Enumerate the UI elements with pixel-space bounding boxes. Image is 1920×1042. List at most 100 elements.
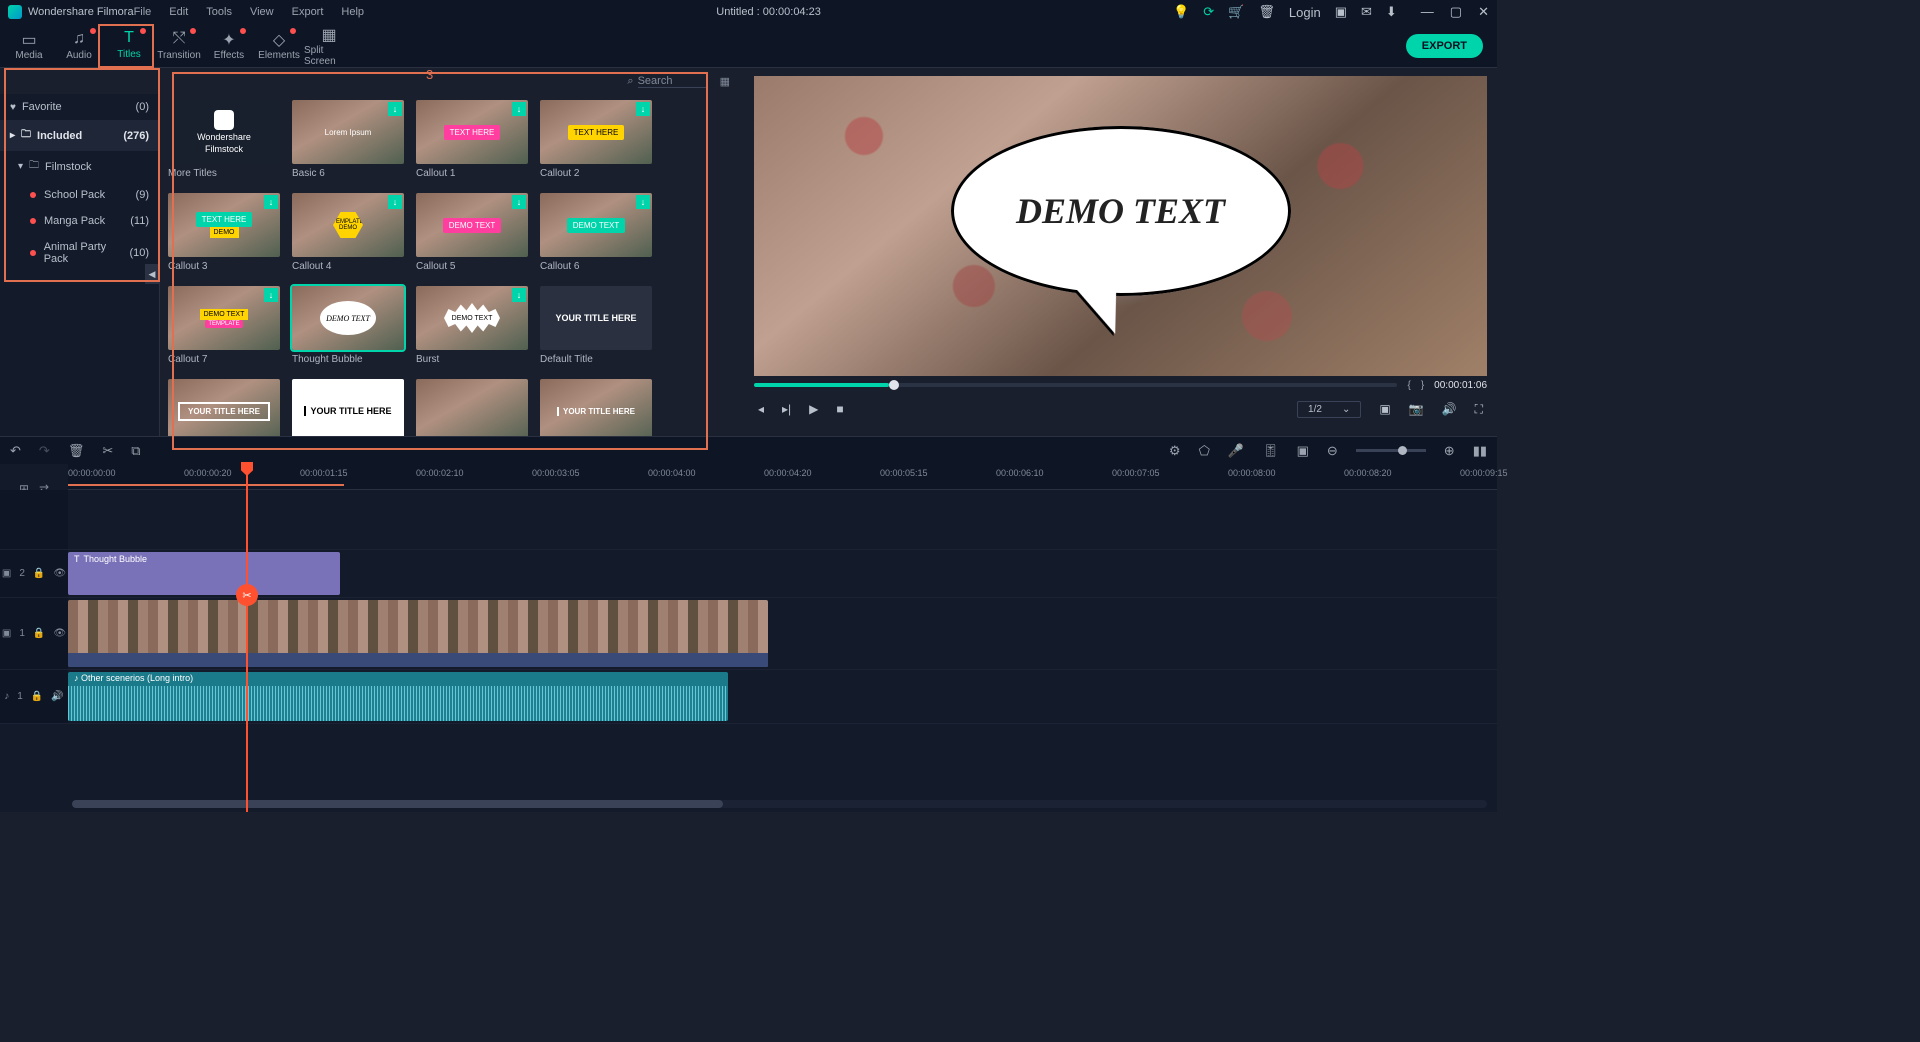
track-title-2[interactable]: ▣2🔒👁 TThought Bubble xyxy=(0,550,1497,598)
grid-item-row4a[interactable]: YOUR TITLE HERE xyxy=(168,379,280,436)
refresh-icon[interactable]: ⟳ xyxy=(1203,4,1214,20)
tab-audio[interactable]: ♫Audio xyxy=(54,24,104,68)
play-icon[interactable]: ▶ xyxy=(809,402,818,416)
snapshot-icon[interactable]: 📷 xyxy=(1409,402,1424,416)
sidebar-manga-pack[interactable]: Manga Pack(11) xyxy=(0,208,159,234)
menu-edit[interactable]: Edit xyxy=(169,6,188,18)
login-button[interactable]: Login xyxy=(1289,5,1321,20)
grid-item-callout3[interactable]: ↓TEXT HEREDEMOCallout 3 xyxy=(168,193,280,272)
save-icon[interactable]: ▣ xyxy=(1335,4,1347,20)
playhead-split-icon[interactable]: ✂ xyxy=(236,584,258,606)
grid-item-row4d[interactable]: YOUR TITLE HERE xyxy=(540,379,652,436)
mixer-icon[interactable]: 🎚 xyxy=(1262,443,1279,459)
menu-file[interactable]: File xyxy=(134,6,152,18)
menu-export[interactable]: Export xyxy=(292,6,324,18)
grid-item-burst[interactable]: ↓DEMO TEXTBurst xyxy=(416,286,528,365)
preview-progress[interactable]: { } 00:00:01:06 xyxy=(754,376,1487,394)
tab-media[interactable]: ▭Media xyxy=(4,24,54,68)
clip-thought-bubble[interactable]: TThought Bubble xyxy=(68,552,340,595)
tab-split-screen[interactable]: ▦Split Screen xyxy=(304,24,354,68)
trash-icon[interactable]: 🗑 xyxy=(1258,4,1275,20)
volume-icon[interactable]: 🔊 xyxy=(1442,402,1457,416)
zoom-in-icon[interactable]: ⊕ xyxy=(1444,443,1455,459)
tab-titles[interactable]: TTitles xyxy=(104,24,154,68)
window-maximize-icon[interactable]: ▢ xyxy=(1450,4,1462,20)
grid-item-thought-bubble[interactable]: DEMO TEXTThought Bubble xyxy=(292,286,404,365)
zoom-slider[interactable] xyxy=(1356,449,1426,452)
grid-item-callout5[interactable]: ↓DEMO TEXTCallout 5 xyxy=(416,193,528,272)
eye-icon[interactable]: 👁 xyxy=(53,568,66,579)
prev-frame-icon[interactable]: ◂ xyxy=(758,402,764,416)
delete-icon[interactable]: 🗑 xyxy=(68,443,85,459)
timeline-ruler[interactable]: 00:00:00:00 00:00:00:20 00:00:01:15 00:0… xyxy=(68,464,1497,490)
grid-item-callout4[interactable]: ↓TEMPLATE DEMOCallout 4 xyxy=(292,193,404,272)
menu-help[interactable]: Help xyxy=(341,6,364,18)
redo-icon[interactable]: ↷ xyxy=(39,443,50,459)
grid-item-callout2[interactable]: ↓TEXT HERECallout 2 xyxy=(540,100,652,179)
preview-timecode: 00:00:01:06 xyxy=(1434,380,1487,391)
tips-icon[interactable]: 💡 xyxy=(1173,4,1189,20)
mute-icon[interactable]: 🔊 xyxy=(51,691,63,702)
download-badge-icon: ↓ xyxy=(264,195,278,209)
menu-tools[interactable]: Tools xyxy=(206,6,232,18)
play-back-icon[interactable]: ▸| xyxy=(782,402,791,416)
keyframe-icon[interactable]: ▣ xyxy=(1297,443,1309,459)
download-badge-icon: ↓ xyxy=(636,102,650,116)
grid-item-basic6[interactable]: ↓Lorem IpsumBasic 6 xyxy=(292,100,404,179)
bracket-out[interactable]: } xyxy=(1421,380,1424,391)
stop-icon[interactable]: ■ xyxy=(836,402,843,416)
export-button[interactable]: EXPORT xyxy=(1406,34,1483,58)
tab-effects[interactable]: ✦Effects xyxy=(204,24,254,68)
grid-item-callout1[interactable]: ↓TEXT HERECallout 1 xyxy=(416,100,528,179)
sidebar-included[interactable]: ▸🗀Included(276) xyxy=(0,120,159,151)
sidebar-school-pack[interactable]: School Pack(9) xyxy=(0,182,159,208)
track-video-1[interactable]: ▣1🔒👁 xyxy=(0,598,1497,670)
undo-icon[interactable]: ↶ xyxy=(10,443,21,459)
download-icon[interactable]: ⬇ xyxy=(1386,4,1397,20)
window-minimize-icon[interactable]: — xyxy=(1421,4,1434,20)
search-input[interactable]: ⌕ Search xyxy=(627,75,707,88)
cart-icon[interactable]: 🛒 xyxy=(1228,4,1244,20)
sidebar-favorite[interactable]: ♥Favorite(0) xyxy=(0,94,159,120)
grid-item-more-titles[interactable]: WondershareFilmstockMore Titles xyxy=(168,100,280,179)
grid-item-row4b[interactable]: YOUR TITLE HERE xyxy=(292,379,404,436)
grid-view-icon[interactable]: ▦ xyxy=(720,75,730,88)
safe-zone-icon[interactable]: ▣ xyxy=(1379,402,1390,416)
track-audio-1[interactable]: ♪1🔒🔊 ♪ Other scenerios (Long intro) xyxy=(0,670,1497,724)
bracket-in[interactable]: { xyxy=(1407,380,1410,391)
grid-item-callout6[interactable]: ↓DEMO TEXTCallout 6 xyxy=(540,193,652,272)
grid-item-row4c[interactable] xyxy=(416,379,528,436)
grid-item-callout7[interactable]: ↓DEMO TEXTTEMPLATECallout 7 xyxy=(168,286,280,365)
fullscreen-icon[interactable]: ⛶ xyxy=(1475,402,1483,417)
marker-icon[interactable]: ⬠ xyxy=(1199,443,1210,459)
clip-other-scenarios[interactable]: ♪ Other scenerios (Long intro) xyxy=(68,672,728,721)
titles-grid: WondershareFilmstockMore Titles ↓Lorem I… xyxy=(160,94,740,436)
split-icon[interactable]: ✂ xyxy=(102,443,113,459)
eye-icon[interactable]: 👁 xyxy=(53,628,66,639)
crop-icon[interactable]: ⧉ xyxy=(131,443,140,459)
playhead[interactable]: ✂ xyxy=(246,464,248,812)
mail-icon[interactable]: ✉ xyxy=(1361,4,1372,20)
zoom-out-icon[interactable]: ⊖ xyxy=(1327,443,1338,459)
search-icon: ⌕ xyxy=(627,75,633,88)
download-badge-icon: ↓ xyxy=(388,195,402,209)
clip-cherry-blossoms[interactable] xyxy=(68,600,768,667)
tab-transition[interactable]: ⤲Transition xyxy=(154,24,204,68)
menu-view[interactable]: View xyxy=(250,6,274,18)
lock-icon[interactable]: 🔒 xyxy=(31,691,43,702)
tab-elements[interactable]: ◇Elements xyxy=(254,24,304,68)
sidebar-filmstock[interactable]: ▾🗀Filmstock xyxy=(0,151,159,182)
lock-icon[interactable]: 🔒 xyxy=(33,628,45,639)
preview-page-select[interactable]: 1/2⌄ xyxy=(1297,401,1361,418)
preview-canvas[interactable]: DEMO TEXT xyxy=(754,76,1487,376)
music-icon: ♪ xyxy=(4,691,9,702)
sidebar-collapse-icon[interactable]: ◀ xyxy=(145,264,159,284)
voiceover-icon[interactable]: 🎤 xyxy=(1228,443,1244,459)
sidebar-animal-party-pack[interactable]: Animal Party Pack(10) xyxy=(0,234,159,272)
grid-item-default-title[interactable]: YOUR TITLE HEREDefault Title xyxy=(540,286,652,365)
timeline-scrollbar[interactable] xyxy=(72,800,1487,808)
window-close-icon[interactable]: ✕ xyxy=(1478,4,1489,20)
zoom-fit-icon[interactable]: ▮▮ xyxy=(1473,443,1487,459)
lock-icon[interactable]: 🔒 xyxy=(33,568,45,579)
render-icon[interactable]: ⚙ xyxy=(1169,443,1181,459)
